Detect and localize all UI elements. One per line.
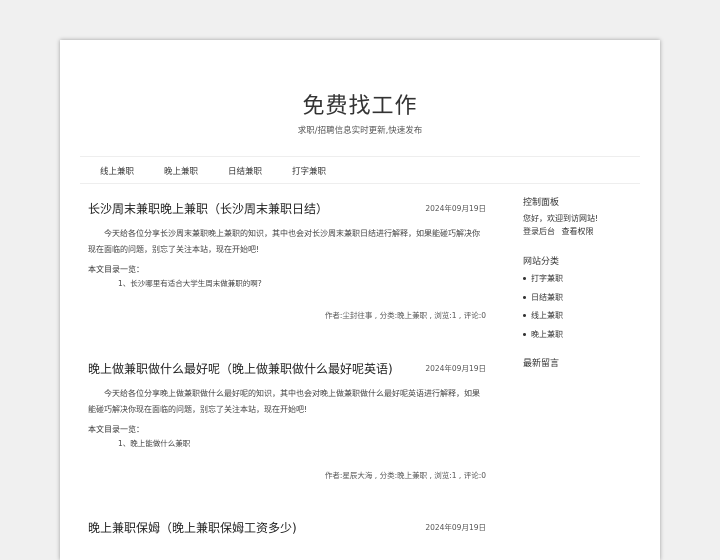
category-item-online[interactable]: 线上兼职 — [523, 310, 563, 321]
bullet-icon — [523, 314, 526, 317]
toc-item[interactable]: 1、晚上能做什么兼职 — [118, 438, 190, 449]
post-excerpt: 今天给各位分享长沙周末兼职晚上兼职的知识，其中也会对长沙周末兼职日结进行解释，如… — [88, 229, 480, 254]
category-label: 打字兼职 — [531, 274, 563, 283]
toc-label: 本文目录一览： — [88, 425, 144, 434]
post-title[interactable]: 晚上兼职保姆（晚上兼职保姆工资多少) — [88, 519, 297, 536]
nav-item-typing-parttime[interactable]: 打字兼职 — [292, 165, 326, 177]
permissions-link[interactable]: 查看权限 — [562, 227, 594, 236]
nav-item-evening-parttime[interactable]: 晚上兼职 — [164, 165, 198, 177]
toc-label: 本文目录一览： — [88, 265, 144, 274]
categories-title: 网站分类 — [523, 257, 560, 267]
site-description: 求职/招聘信息实时更新,快速发布 — [297, 126, 423, 136]
recent-comments-title: 最新留言 — [523, 359, 560, 369]
category-item-daily-pay[interactable]: 日结兼职 — [523, 292, 563, 303]
post-title[interactable]: 长沙周末兼职晚上兼职（长沙周末兼职日结） — [88, 200, 328, 217]
post-meta: 作者:尘封往事 , 分类:晚上兼职 , 浏览:1 , 评论:0 — [324, 311, 486, 320]
welcome-text: 您好，欢迎到访网站! — [523, 214, 599, 223]
category-item-evening[interactable]: 晚上兼职 — [523, 329, 563, 340]
site-title[interactable]: 免费找工作 — [60, 88, 660, 120]
category-label: 晚上兼职 — [531, 330, 563, 339]
login-link[interactable]: 登录后台 — [523, 227, 555, 236]
page-container: 免费找工作 求职/招聘信息实时更新,快速发布 线上兼职 晚上兼职 日结兼职 打字… — [60, 40, 660, 560]
control-panel-links: 登录后台 查看权限 — [523, 226, 594, 237]
bullet-icon — [523, 296, 526, 299]
nav-item-daily-pay[interactable]: 日结兼职 — [228, 165, 262, 177]
main-nav: 线上兼职 晚上兼职 日结兼职 打字兼职 — [80, 156, 640, 184]
post-meta: 作者:星辰大海 , 分类:晚上兼职 , 浏览:1 , 评论:0 — [324, 471, 486, 480]
category-item-typing[interactable]: 打字兼职 — [523, 273, 563, 284]
nav-item-online-parttime[interactable]: 线上兼职 — [100, 165, 134, 177]
category-label: 日结兼职 — [531, 293, 563, 302]
post-excerpt: 今天给各位分享晚上做兼职做什么最好呢的知识，其中也会对晚上做兼职做什么最好呢英语… — [88, 389, 480, 414]
control-panel-title: 控制面板 — [523, 198, 560, 208]
category-label: 线上兼职 — [531, 311, 563, 320]
post-date: 2024年09月19日 — [425, 364, 486, 373]
post-date: 2024年09月19日 — [425, 204, 486, 213]
post-title[interactable]: 晚上做兼职做什么最好呢（晚上做兼职做什么最好呢英语) — [88, 360, 393, 377]
toc-item[interactable]: 1、长沙哪里有适合大学生周末做兼职的啊? — [118, 278, 262, 289]
bullet-icon — [523, 333, 526, 336]
post-date: 2024年09月19日 — [425, 523, 486, 532]
bullet-icon — [523, 277, 526, 280]
